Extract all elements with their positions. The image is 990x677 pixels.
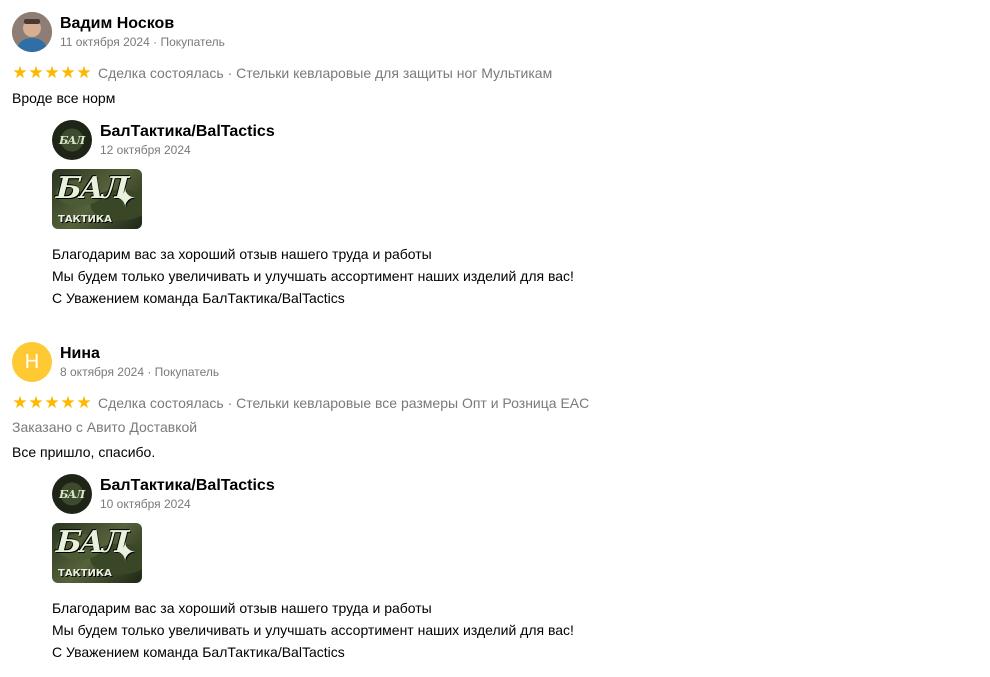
author-meta: Вадим Носков 11 октября 2024 · Покупател… [60,14,225,50]
seller-row: БАЛ БалТактика/BalTactics 10 октября 202… [52,474,972,514]
seller-avatar[interactable]: БАЛ [52,120,92,160]
logo-subtext: ТАКТИКА [58,214,112,225]
star-rating: ★ ★ ★ ★ ★ [12,394,92,412]
avatar[interactable]: Н [12,342,52,382]
seller-avatar[interactable]: БАЛ [52,474,92,514]
reply-line: С Уважением команда БалТактика/BalTactic… [52,290,345,306]
star-rating: ★ ★ ★ ★ ★ [12,64,92,82]
reply-image[interactable]: БАЛ ✦ ТАКТИКА [52,523,142,583]
seller-reply: БАЛ БалТактика/BalTactics 10 октября 202… [52,474,972,663]
reply-line: Благодарим вас за хороший отзыв нашего т… [52,246,432,262]
rating-row: ★ ★ ★ ★ ★ Сделка состоялась · Стельки ке… [12,392,972,414]
star-icon: ★ [60,63,76,82]
star-icon: ★ [28,393,44,412]
avatar[interactable] [12,12,52,52]
review-card: Вадим Носков 11 октября 2024 · Покупател… [12,12,972,309]
rating-row: ★ ★ ★ ★ ★ Сделка состоялась · Стельки ке… [12,62,972,84]
seller-logo-icon: БАЛ [58,133,86,147]
seller-meta: БалТактика/BalTactics 10 октября 2024 [100,476,275,512]
star-icon: ★ [76,393,92,412]
seller-logo-icon: БАЛ [58,487,86,501]
reply-line: Мы будем только увеличивать и улучшать а… [52,622,574,638]
review-date: 8 октября 2024 · Покупатель [60,365,220,379]
reply-date: 12 октября 2024 [100,143,191,157]
reply-date: 10 октября 2024 [100,497,191,511]
seller-reply: БАЛ БалТактика/BalTactics 12 октября 202… [52,120,972,309]
delivery-note: Заказано с Авито Доставкой [12,419,198,435]
author-meta: Нина 8 октября 2024 · Покупатель [60,344,219,380]
review-text: Все пришло, спасибо. [12,444,156,460]
reply-line: Благодарим вас за хороший отзыв нашего т… [52,600,432,616]
star-icon: ★ [44,393,60,412]
author-name[interactable]: Вадим Носков [60,14,225,34]
seller-name[interactable]: БалТактика/BalTactics [100,476,275,496]
star-icon: ★ [28,63,44,82]
deal-status[interactable]: Сделка состоялась · Стельки кевларовые д… [98,65,552,81]
reply-line: Мы будем только увеличивать и улучшать а… [52,268,574,284]
user-photo-icon [12,12,52,52]
deal-status[interactable]: Сделка состоялась · Стельки кевларовые в… [98,395,589,411]
star-icon: ★ [76,63,92,82]
star-icon: ★ [60,393,76,412]
author-name[interactable]: Нина [60,344,219,364]
logo-subtext: ТАКТИКА [58,568,112,579]
review-card: Н Нина 8 октября 2024 · Покупатель ★ ★ ★… [12,342,972,663]
seller-meta: БалТактика/BalTactics 12 октября 2024 [100,122,275,158]
star-logo-icon: ✦ [114,537,136,567]
review-date: 11 октября 2024 · Покупатель [60,35,225,49]
review-author-row: Н Нина 8 октября 2024 · Покупатель [12,342,972,382]
review-author-row: Вадим Носков 11 октября 2024 · Покупател… [12,12,972,52]
star-icon: ★ [44,63,60,82]
reply-text: Благодарим вас за хороший отзыв нашего т… [52,597,972,663]
star-icon: ★ [12,393,28,412]
reply-image[interactable]: БАЛ ✦ ТАКТИКА [52,169,142,229]
star-logo-icon: ✦ [114,183,136,213]
star-icon: ★ [12,63,28,82]
review-text: Вроде все норм [12,90,116,106]
reply-text: Благодарим вас за хороший отзыв нашего т… [52,243,972,309]
reply-line: С Уважением команда БалТактика/BalTactic… [52,644,345,660]
seller-row: БАЛ БалТактика/BalTactics 12 октября 202… [52,120,972,160]
avatar-letter: Н [24,350,40,373]
seller-name[interactable]: БалТактика/BalTactics [100,122,275,142]
